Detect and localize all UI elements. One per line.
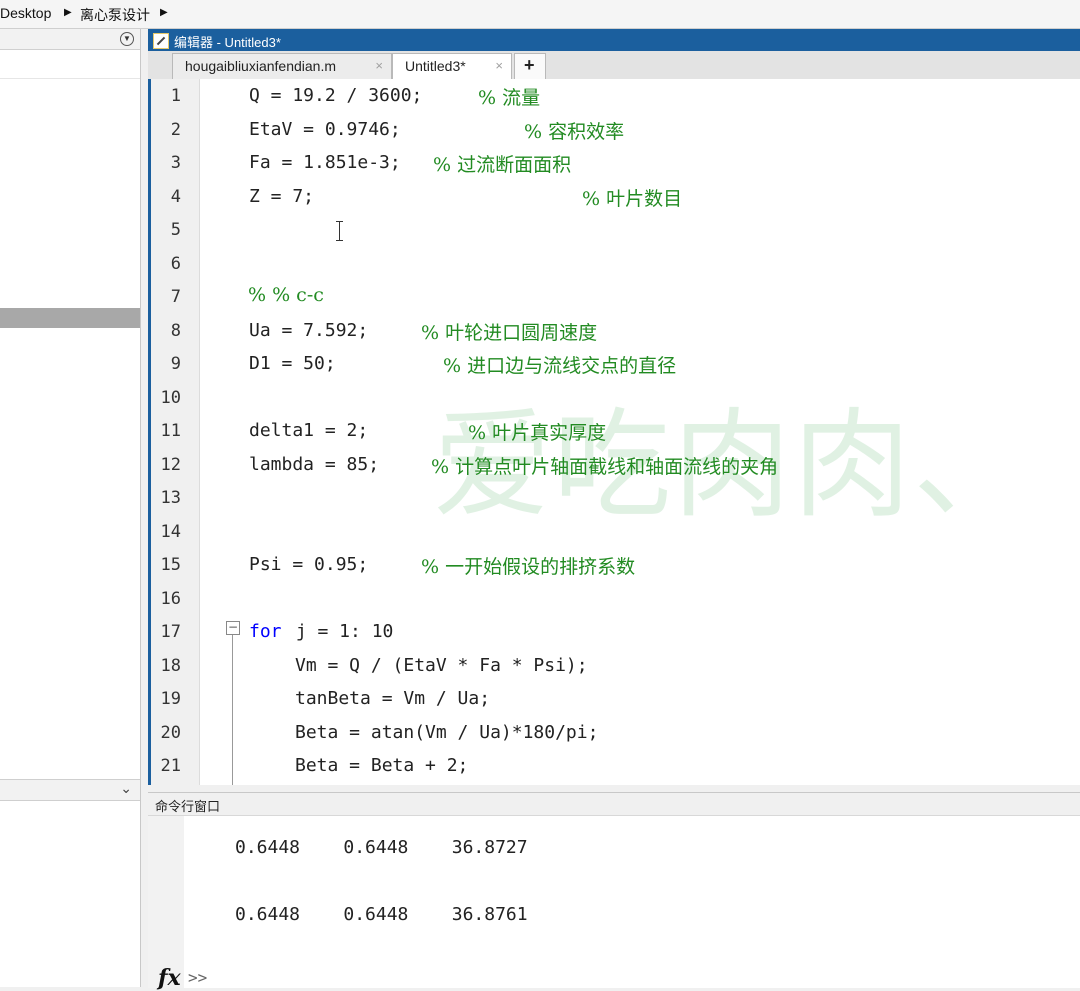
code-comment: % 叶片真实厚度 bbox=[468, 422, 607, 444]
command-window-titlebar: 命令行窗口 bbox=[148, 793, 1080, 816]
fold-toggle-icon[interactable]: − bbox=[226, 621, 240, 635]
line-number: 13 bbox=[160, 488, 181, 508]
code-comment: % 一开始假设的排挤系数 bbox=[421, 556, 636, 578]
close-icon[interactable]: × bbox=[495, 58, 503, 73]
code-comment: % 流量 bbox=[478, 87, 541, 109]
code-editor[interactable]: 1 2 3 4 5 6 7 8 9 10 11 12 13 14 15 16 17 18 19 20 21 爱吃肉肉、 … bbox=[148, 79, 1080, 785]
line-number: 21 bbox=[160, 756, 181, 776]
command-window-title: 命令行窗口 bbox=[155, 799, 221, 814]
editor-tabbar: hougaibliuxianfendian.m × Untitled3* × + bbox=[148, 51, 1080, 80]
panel-row[interactable] bbox=[0, 50, 140, 79]
breadcrumb-arrow-icon[interactable]: ▶ bbox=[64, 7, 72, 18]
plus-icon: + bbox=[524, 55, 535, 75]
code-text: Psi = 0.95; bbox=[249, 554, 369, 575]
line-number: 1 bbox=[170, 86, 181, 106]
fold-guide bbox=[232, 635, 233, 785]
command-window-margin bbox=[148, 816, 184, 988]
line-number: 6 bbox=[170, 253, 181, 274]
output-line: 0.6448 0.6448 36.8727 bbox=[235, 837, 528, 858]
command-prompt: >> bbox=[188, 968, 208, 987]
code-text: Fa = 1.851e-3; bbox=[249, 152, 401, 173]
tab-label: hougaibliuxianfendian.m bbox=[185, 58, 336, 74]
code-text: Beta = Beta + 2; bbox=[295, 755, 469, 776]
panel-header: ▼ bbox=[0, 29, 140, 50]
line-number: 11 bbox=[160, 421, 181, 441]
breadcrumb: Desktop ▶ 离心泵设计 ▶ bbox=[0, 0, 1080, 29]
code-text: EtaV = 0.9746; bbox=[249, 118, 401, 140]
code-text: Vm = Q / (EtaV * Fa * Psi); bbox=[295, 654, 588, 676]
editor-icon bbox=[153, 33, 169, 49]
selected-file-row[interactable] bbox=[0, 308, 140, 328]
line-number: 10 bbox=[160, 387, 181, 408]
breadcrumb-arrow-icon[interactable]: ▶ bbox=[160, 7, 168, 18]
line-number: 19 bbox=[160, 689, 181, 709]
breadcrumb-desktop[interactable]: Desktop bbox=[0, 5, 51, 21]
output-line: 0.6448 0.6448 36.8761 bbox=[235, 904, 528, 925]
code-comment: % 容积效率 bbox=[524, 120, 625, 143]
code-keyword: for bbox=[249, 621, 282, 642]
code-text: Q = 19.2 / 3600; bbox=[249, 85, 423, 106]
editor-titlebar: 编辑器 - Untitled3* bbox=[148, 29, 1080, 51]
breadcrumb-folder[interactable]: 离心泵设计 bbox=[80, 5, 150, 25]
code-comment: % 过流断面面积 bbox=[433, 154, 572, 176]
code-text: Z = 7; bbox=[249, 185, 315, 207]
code-comment: % 进口边与流线交点的直径 bbox=[443, 355, 677, 377]
code-text: tanBeta = Vm / Ua; bbox=[295, 688, 491, 709]
tab-label: Untitled3* bbox=[405, 58, 466, 74]
chevron-down-icon[interactable]: ⌄ bbox=[120, 780, 132, 797]
line-number-gutter: 1 2 3 4 5 6 7 8 9 10 11 12 13 14 15 16 17 18 19 20 21 bbox=[151, 79, 200, 785]
text-cursor-icon bbox=[336, 221, 343, 241]
tab-untitled3[interactable]: Untitled3* × bbox=[392, 53, 512, 80]
line-number: 4 bbox=[170, 186, 181, 207]
line-number: 7 bbox=[170, 287, 181, 307]
code-text: j = 1: 10 bbox=[285, 621, 394, 642]
code-text: lambda = 85; bbox=[249, 453, 380, 475]
line-number: 15 bbox=[160, 555, 181, 575]
add-tab-button[interactable]: + bbox=[514, 53, 546, 79]
line-number: 20 bbox=[160, 722, 181, 743]
line-number: 9 bbox=[170, 354, 181, 374]
code-text: D1 = 50; bbox=[249, 353, 336, 374]
fx-icon[interactable]: fx bbox=[158, 965, 181, 991]
code-text: Beta = atan(Vm / Ua)*180/pi; bbox=[295, 721, 599, 743]
line-number: 14 bbox=[160, 521, 181, 542]
editor-title: 编辑器 - Untitled3* bbox=[174, 35, 281, 50]
panel-menu-icon[interactable]: ▼ bbox=[120, 32, 134, 46]
command-window[interactable]: 命令行窗口 0.6448 0.6448 36.8727 0.6448 0.644… bbox=[148, 792, 1080, 991]
close-icon[interactable]: × bbox=[375, 58, 383, 73]
details-divider[interactable]: ⌄ bbox=[0, 779, 140, 801]
current-folder-panel: ▼ ⌄ bbox=[0, 29, 141, 987]
code-text: Ua = 7.592; bbox=[249, 319, 369, 341]
line-number: 17 bbox=[160, 622, 181, 642]
line-number: 12 bbox=[160, 454, 181, 475]
code-comment: % 叶片数目 bbox=[582, 187, 683, 210]
line-number: 8 bbox=[170, 320, 181, 341]
code-comment: % % c-c bbox=[248, 284, 324, 306]
tab-hougaibliuxianfendian[interactable]: hougaibliuxianfendian.m × bbox=[172, 53, 392, 79]
code-comment: % 计算点叶片轴面截线和轴面流线的夹角 bbox=[431, 455, 779, 478]
line-number: 2 bbox=[170, 119, 181, 140]
line-number: 5 bbox=[170, 220, 181, 240]
line-number: 3 bbox=[170, 153, 181, 173]
code-comment: % 叶轮进口圆周速度 bbox=[421, 321, 598, 344]
line-number: 18 bbox=[160, 655, 181, 676]
line-number: 16 bbox=[160, 588, 181, 609]
code-text: delta1 = 2; bbox=[249, 420, 369, 441]
